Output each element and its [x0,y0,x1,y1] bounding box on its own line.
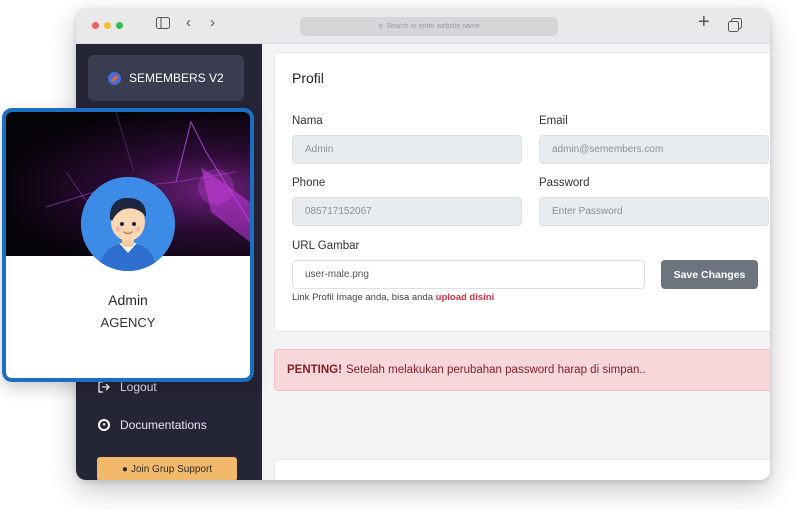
upload-link[interactable]: upload disini [436,292,495,303]
sidebar-icon[interactable] [156,16,170,34]
profile-card: Admin AGENCY [2,108,254,382]
email-field[interactable]: admin@semembers.com [539,135,769,164]
maximize-window-button[interactable] [116,22,123,29]
forward-icon[interactable]: › [210,14,215,32]
join-support-label: Join Grup Support [130,463,213,475]
logout-icon [98,381,110,393]
close-window-button[interactable] [92,22,99,29]
nama-label: Nama [292,115,323,127]
sidebar-item-label: Documentations [120,418,207,432]
phone-field[interactable]: 085717152067 [292,197,522,226]
minimize-window-button[interactable] [104,22,111,29]
search-icon: ⚲ [378,23,384,31]
avatar [81,177,175,271]
profile-name: Admin [108,292,148,308]
brand-logo-icon [108,71,121,85]
back-icon[interactable]: ‹ [186,14,191,32]
upload-hint-text: Link Profil Image anda, bisa anda [292,292,436,303]
address-bar[interactable]: ⚲ Search or enter website name [300,17,558,36]
email-label: Email [539,115,568,127]
browser-titlebar: ‹ › ⚲ Search or enter website name + [76,8,770,44]
alert-strong: PENTING! [287,364,342,376]
password-alert: PENTING! Setelah melakukan perubahan pas… [274,349,770,391]
url-gambar-value: user-male.png [305,269,369,280]
save-changes-button[interactable]: Save Changes [661,260,758,289]
tabs-icon[interactable] [728,18,742,37]
avatar-illustration [81,177,175,271]
support-icon: ● [121,463,128,475]
sidebar-item-logout[interactable]: Logout [98,380,157,394]
upload-hint: Link Profil Image anda, bisa anda upload… [292,292,494,303]
join-support-button[interactable]: ● Join Grup Support [97,457,237,480]
url-gambar-label: URL Gambar [292,240,360,252]
url-gambar-field[interactable]: user-male.png [292,260,645,289]
alert-text: Setelah melakukan perubahan password har… [345,364,646,376]
address-placeholder: Search or enter website name [386,23,480,30]
documentation-icon: ● [98,419,110,431]
sidebar-item-documentations[interactable]: ● Documentations [98,418,207,432]
page-title: Profil [292,70,324,86]
brand-name: SEMEMBERS V2 [129,71,224,85]
password-label: Password [539,177,590,189]
secondary-card [274,459,770,480]
phone-value: 085717152067 [305,206,372,217]
email-value: admin@semembers.com [552,144,664,155]
nama-field[interactable]: Admin [292,135,522,164]
profile-form-card: Profil Nama Admin Email admin@semembers.… [274,52,770,332]
stage: ‹ › ⚲ Search or enter website name + SEM… [0,0,804,510]
password-field[interactable]: Enter Password [539,197,769,226]
sidebar-item-label: Logout [120,380,157,394]
nama-value: Admin [305,144,334,155]
profile-role: AGENCY [100,315,156,330]
password-placeholder: Enter Password [552,206,623,217]
new-tab-icon[interactable]: + [698,12,710,32]
phone-label: Phone [292,177,326,189]
main-content: Profil Nama Admin Email admin@semembers.… [262,44,770,480]
brand-button[interactable]: SEMEMBERS V2 [88,55,244,101]
